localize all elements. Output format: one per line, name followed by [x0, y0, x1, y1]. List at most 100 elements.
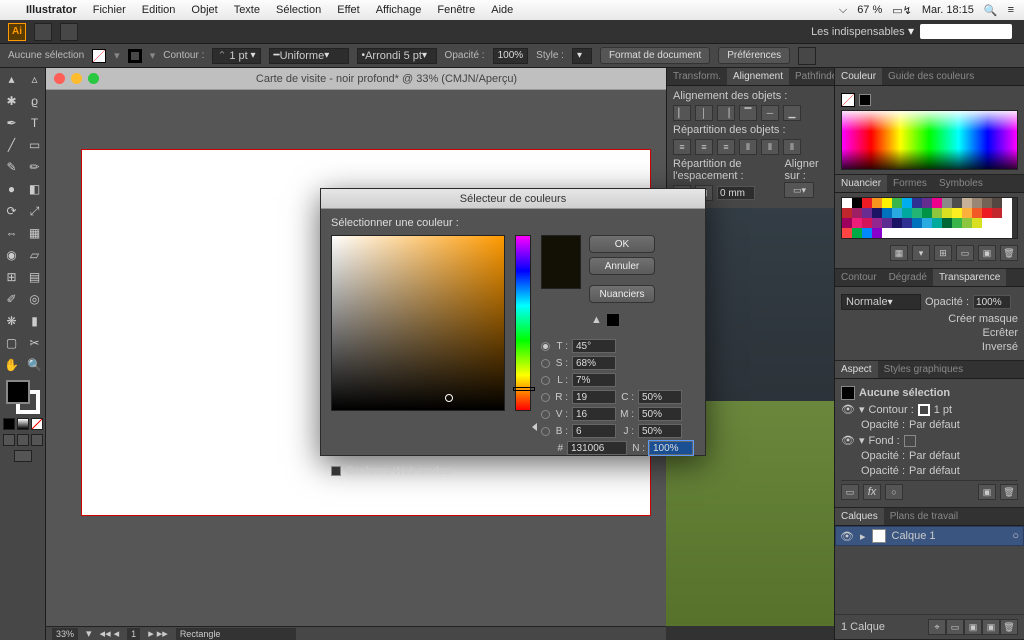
swatch[interactable]: [992, 218, 1002, 228]
screen-mode-icon[interactable]: [14, 450, 32, 462]
appearance-op3-val[interactable]: Par défaut: [909, 465, 960, 477]
create-mask-button[interactable]: Créer masque: [948, 313, 1018, 325]
menu-objet[interactable]: Objet: [191, 4, 217, 16]
layer-new-icon[interactable]: ▣: [982, 619, 1000, 635]
align-top-icon[interactable]: ▔: [739, 105, 757, 121]
lasso-tool[interactable]: ϱ: [23, 90, 46, 112]
swatch[interactable]: [852, 198, 862, 208]
field-hex[interactable]: 131006: [567, 441, 627, 455]
none-mode-icon[interactable]: [31, 418, 43, 430]
swatch[interactable]: [862, 208, 872, 218]
field-l[interactable]: 7%: [572, 373, 616, 387]
field-c[interactable]: 50%: [638, 390, 682, 404]
fill-swatch[interactable]: [92, 49, 106, 63]
eraser-tool[interactable]: ◧: [23, 178, 46, 200]
layer-locate-icon[interactable]: ⌖: [928, 619, 946, 635]
magic-wand-tool[interactable]: ✱: [0, 90, 23, 112]
layer-row[interactable]: 👁 ▸ Calque 1 ○: [835, 526, 1024, 546]
dist-hcenter-icon[interactable]: ⦀: [761, 139, 779, 155]
tab-formes[interactable]: Formes: [887, 175, 933, 192]
window-close-icon[interactable]: [54, 73, 65, 84]
radio-b[interactable]: [541, 427, 550, 436]
tab-aspect[interactable]: Aspect: [835, 361, 878, 378]
swatch[interactable]: [962, 218, 972, 228]
scale-tool[interactable]: ⤢: [23, 200, 46, 222]
swatch[interactable]: [922, 208, 932, 218]
swatch-grid[interactable]: [841, 197, 1018, 239]
appearance-trash-icon[interactable]: 🗑: [1000, 484, 1018, 500]
pencil-tool[interactable]: ✏: [23, 156, 46, 178]
stroke-swatch[interactable]: [128, 49, 142, 63]
opacity-field[interactable]: 100%: [493, 48, 529, 64]
swatch[interactable]: [962, 208, 972, 218]
layer-visibility-icon[interactable]: 👁: [840, 530, 854, 543]
tab-transform[interactable]: Transform.: [667, 68, 727, 85]
swatch[interactable]: [862, 218, 872, 228]
direct-selection-tool[interactable]: ▵: [23, 68, 46, 90]
swatch[interactable]: [982, 208, 992, 218]
field-j[interactable]: 50%: [638, 424, 682, 438]
swatch[interactable]: [912, 208, 922, 218]
swatch[interactable]: [942, 228, 952, 238]
tab-nuancier[interactable]: Nuancier: [835, 175, 887, 192]
swatch[interactable]: [952, 218, 962, 228]
doc-setup-button[interactable]: Format de document: [600, 47, 710, 64]
swatch[interactable]: [952, 198, 962, 208]
pen-tool[interactable]: ✒: [0, 112, 23, 134]
field-s[interactable]: 68%: [572, 356, 616, 370]
appearance-fill-swatch[interactable]: [904, 435, 916, 447]
layer-sublayer-icon[interactable]: ▣: [964, 619, 982, 635]
swatch[interactable]: [902, 228, 912, 238]
color-mode-icon[interactable]: [3, 418, 15, 430]
clip-checkbox[interactable]: Ecrêter: [983, 327, 1018, 339]
swatch[interactable]: [882, 198, 892, 208]
color-fill-swatch[interactable]: [841, 93, 855, 107]
swatch[interactable]: [1002, 218, 1012, 228]
window-zoom-icon[interactable]: [88, 73, 99, 84]
appearance-stroke-swatch[interactable]: [918, 404, 930, 416]
dist-left-icon[interactable]: ⦀: [739, 139, 757, 155]
zoom-tool[interactable]: 🔍: [23, 354, 46, 376]
field-t[interactable]: 45°: [572, 339, 616, 353]
radio-s[interactable]: [541, 359, 550, 368]
menu-icon[interactable]: ≡: [1008, 4, 1014, 16]
color-stroke-swatch[interactable]: [859, 94, 871, 106]
mesh-tool[interactable]: ⊞: [0, 266, 23, 288]
swatch[interactable]: [992, 208, 1002, 218]
swatch[interactable]: [1002, 198, 1012, 208]
hand-tool[interactable]: ✋: [0, 354, 23, 376]
menu-affichage[interactable]: Affichage: [376, 4, 422, 16]
swatch[interactable]: [882, 218, 892, 228]
tab-color-guide[interactable]: Guide des couleurs: [882, 68, 980, 85]
align-popup-icon[interactable]: [798, 47, 816, 65]
artboard-nav-field[interactable]: 1: [127, 628, 140, 640]
tab-contour[interactable]: Contour: [835, 269, 883, 286]
swatch-trash-icon[interactable]: 🗑: [1000, 245, 1018, 261]
swatch[interactable]: [922, 228, 932, 238]
spotlight-icon[interactable]: 🔍: [984, 4, 998, 17]
brush-tool[interactable]: ✎: [0, 156, 23, 178]
tab-degrade[interactable]: Dégradé: [883, 269, 933, 286]
swatch[interactable]: [852, 208, 862, 218]
saturation-value-box[interactable]: [331, 235, 505, 411]
field-r[interactable]: 19: [572, 390, 616, 404]
swatch[interactable]: [952, 228, 962, 238]
swatch[interactable]: [982, 218, 992, 228]
app-name[interactable]: Illustrator: [26, 4, 77, 16]
swatch[interactable]: [902, 198, 912, 208]
field-b[interactable]: 6: [572, 424, 616, 438]
swatch-group-icon[interactable]: ▭: [956, 245, 974, 261]
brush-def[interactable]: • Arrondi 5 pt ▾: [357, 48, 437, 64]
swatch[interactable]: [992, 228, 1002, 238]
field-n[interactable]: 100%: [649, 441, 693, 455]
fill-color-big[interactable]: [6, 380, 30, 404]
appearance-contour-val[interactable]: 1 pt: [934, 404, 952, 416]
swatch-lib-icon[interactable]: ▦: [890, 245, 908, 261]
search-input[interactable]: [920, 24, 1012, 39]
swatch[interactable]: [882, 208, 892, 218]
radio-v[interactable]: [541, 410, 550, 419]
align-bottom-icon[interactable]: ▁: [783, 105, 801, 121]
swatch-options-icon[interactable]: ⊞: [934, 245, 952, 261]
shape-builder-tool[interactable]: ◉: [0, 244, 23, 266]
swatch[interactable]: [892, 198, 902, 208]
